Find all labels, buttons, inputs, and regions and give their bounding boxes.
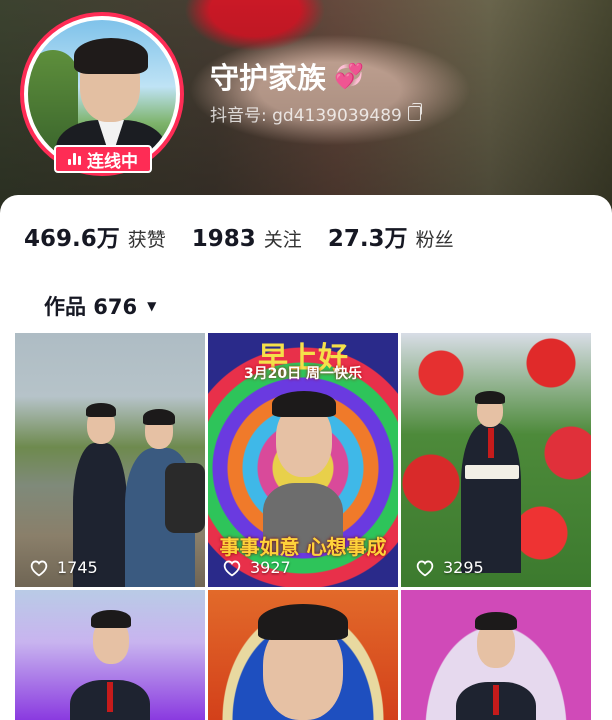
stat-following[interactable]: 1983 关注: [192, 225, 302, 252]
video-tile[interactable]: [208, 590, 398, 720]
profile-header: 连线中 守护家族 💞 抖音号: gd4139039489: [0, 0, 612, 220]
video-overlay-date: 3月20日 周一快乐: [243, 366, 363, 382]
stat-followers[interactable]: 27.3万 粉丝: [328, 219, 454, 253]
live-status-badge[interactable]: 连线中: [54, 145, 152, 173]
douyin-id-text: 抖音号: gd4139039489: [210, 106, 402, 126]
heart-emoji: 💞: [334, 62, 364, 90]
stat-label: 获赞: [127, 229, 166, 251]
stat-label: 关注: [263, 229, 302, 251]
heart-icon: [416, 560, 434, 576]
like-count: 3295: [415, 558, 484, 577]
works-tab-label: 作品 676: [44, 295, 138, 319]
video-tile[interactable]: 3295: [401, 333, 591, 587]
video-tile[interactable]: [401, 590, 591, 720]
like-count: 1745: [29, 558, 98, 577]
video-tile[interactable]: 1745: [15, 333, 205, 587]
nickname-text: 守护家族: [210, 61, 327, 95]
profile-nickname: 守护家族 💞: [210, 55, 364, 97]
tab-works[interactable]: 作品 676 ▼: [44, 291, 156, 321]
like-count: 3927: [222, 558, 291, 577]
heart-icon: [30, 560, 48, 576]
profile-stats: 469.6万 获赞 1983 关注 27.3万 粉丝: [24, 219, 454, 253]
like-count-value: 1745: [57, 558, 98, 577]
heart-icon: [223, 560, 241, 576]
live-bars-icon: [68, 153, 81, 165]
video-tile[interactable]: [15, 590, 205, 720]
like-count-value: 3927: [250, 558, 291, 577]
stat-likes[interactable]: 469.6万 获赞: [24, 219, 166, 253]
video-overlay-wish: 事事如意 心想事成: [219, 535, 387, 559]
video-tile[interactable]: 早上好 3月20日 周一快乐 事事如意 心想事成 3927: [208, 333, 398, 587]
stat-value: 27.3万: [327, 226, 408, 252]
copy-icon[interactable]: [407, 103, 422, 121]
caret-down-icon: ▼: [147, 299, 157, 313]
stat-label: 粉丝: [415, 229, 454, 251]
stat-value: 469.6万: [24, 226, 120, 252]
stat-value: 1983: [191, 226, 256, 252]
live-badge-label: 连线中: [87, 151, 138, 172]
douyin-id[interactable]: 抖音号: gd4139039489: [210, 101, 422, 126]
like-count-value: 3295: [443, 558, 484, 577]
